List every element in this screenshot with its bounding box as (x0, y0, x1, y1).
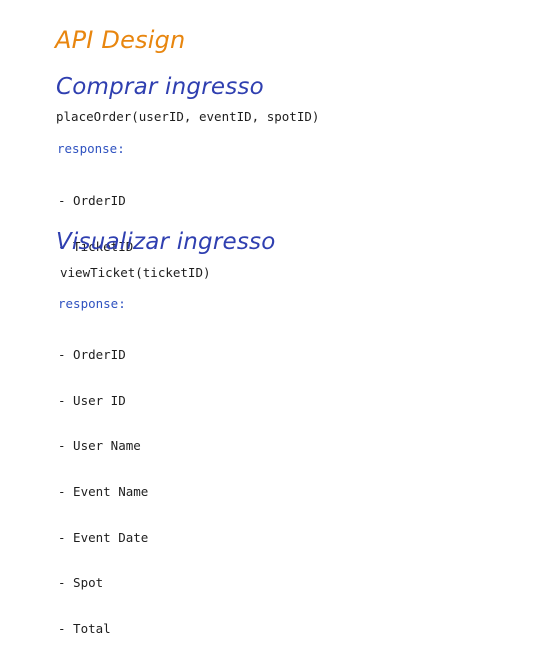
method-signature-place-order: placeOrder(userID, eventID, spotID) (56, 109, 320, 124)
response-field: - OrderID (58, 193, 126, 208)
response-field: - User Name (58, 438, 141, 454)
response-field: - Event Date (58, 529, 149, 545)
response-field: - OrderID (58, 347, 126, 362)
response-field: - Event Name (58, 484, 149, 500)
response-field-list: - OrderID - User ID - User Name - Event … (58, 317, 148, 667)
method-signature-view-ticket: viewTicket(ticketID) (60, 265, 211, 280)
response-label: response: (58, 296, 126, 311)
diagram-canvas: API Design Comprar ingresso placeOrder(u… (0, 0, 541, 636)
section-heading-visualizar: Visualizar ingresso (56, 229, 276, 255)
response-field: - Total (58, 621, 111, 637)
response-field: - User ID (58, 392, 126, 408)
response-label: response: (57, 141, 125, 156)
section-heading-comprar: Comprar ingresso (56, 74, 264, 100)
page-title: API Design (55, 26, 186, 54)
response-field: - Spot (58, 575, 104, 591)
